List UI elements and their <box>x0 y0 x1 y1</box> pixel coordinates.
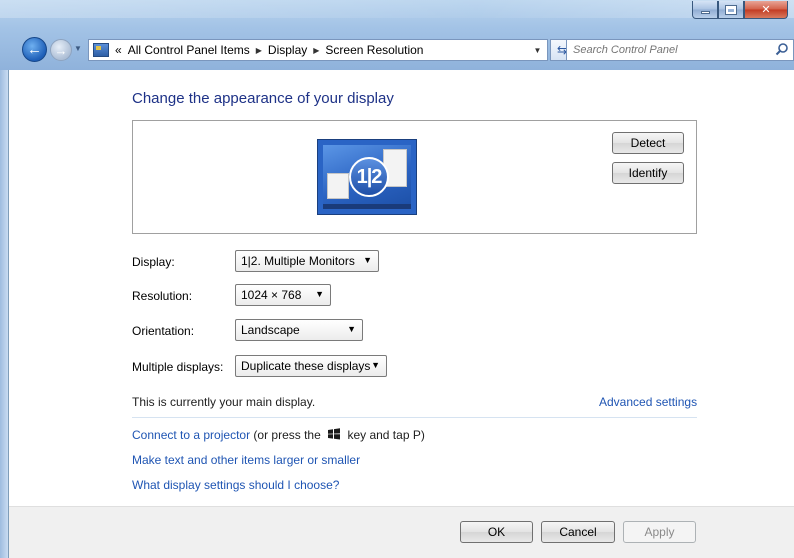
dropdown-arrow-icon: ▼ <box>363 255 372 265</box>
breadcrumb-all-control-panel-items[interactable]: All Control Panel Items <box>128 43 250 57</box>
identify-button[interactable]: Identify <box>612 162 684 184</box>
maximize-button[interactable] <box>718 1 744 19</box>
apply-button[interactable]: Apply <box>623 521 696 543</box>
caption-buttons: ✕ <box>692 1 788 19</box>
breadcrumb-screen-resolution[interactable]: Screen Resolution <box>325 43 423 57</box>
forward-arrow-icon: → <box>54 42 68 58</box>
monitor-screen: 1|2 <box>323 145 411 209</box>
projector-hint-row: Connect to a projector (or press the key… <box>132 428 425 442</box>
resolution-label: Resolution: <box>132 289 193 303</box>
advanced-settings-link[interactable]: Advanced settings <box>599 395 697 409</box>
detect-button[interactable]: Detect <box>612 132 684 154</box>
breadcrumb-separator-icon[interactable]: ▶ <box>256 46 262 55</box>
ok-button[interactable]: OK <box>460 521 533 543</box>
resolution-select[interactable]: 1024 × 768 ▼ <box>235 284 331 306</box>
search-input[interactable] <box>573 44 763 56</box>
window-thumbnail-icon <box>327 173 349 199</box>
recent-pages-button[interactable]: ▼ <box>74 44 82 53</box>
close-icon: ✕ <box>761 4 771 16</box>
taskbar-thumbnail <box>323 204 411 209</box>
dropdown-arrow-icon: ▼ <box>347 324 356 334</box>
display-select-value: 1|2. Multiple Monitors <box>241 254 355 268</box>
main-display-status: This is currently your main display. <box>132 395 316 409</box>
orientation-label: Orientation: <box>132 324 195 338</box>
display-select[interactable]: 1|2. Multiple Monitors ▼ <box>235 250 379 272</box>
dropdown-arrow-icon: ▼ <box>315 289 324 299</box>
search-icon[interactable] <box>775 42 789 56</box>
text-size-link[interactable]: Make text and other items larger or smal… <box>132 453 360 467</box>
back-arrow-icon: ← <box>27 41 42 58</box>
main-content: Change the appearance of your display 1|… <box>9 70 794 558</box>
navigation-bar: ← → ▼ « All Control Panel Items ▶ Displa… <box>14 36 794 64</box>
breadcrumb-separator-icon[interactable]: ▶ <box>313 46 319 55</box>
divider <box>132 417 697 418</box>
connect-projector-link[interactable]: Connect to a projector <box>132 428 250 442</box>
search-box[interactable] <box>566 39 794 61</box>
close-button[interactable]: ✕ <box>744 1 788 19</box>
windows-logo-icon <box>328 428 341 440</box>
chevron-down-icon: ▼ <box>74 44 82 53</box>
maximize-icon <box>725 4 737 15</box>
back-button[interactable]: ← <box>22 37 47 62</box>
monitor-number-badge: 1|2 <box>349 157 389 197</box>
address-dropdown-button[interactable]: ▼ <box>527 40 547 60</box>
display-label: Display: <box>132 255 175 269</box>
forward-button[interactable]: → <box>50 39 72 61</box>
control-panel-icon <box>93 43 109 57</box>
cancel-button[interactable]: Cancel <box>541 521 615 543</box>
breadcrumb-display[interactable]: Display <box>268 43 307 57</box>
page-title: Change the appearance of your display <box>132 90 394 107</box>
multiple-displays-label: Multiple displays: <box>132 360 224 374</box>
dropdown-arrow-icon: ▼ <box>371 360 380 370</box>
projector-hint-text-end: key and tap P) <box>344 428 425 442</box>
minimize-button[interactable] <box>692 1 718 19</box>
orientation-select[interactable]: Landscape ▼ <box>235 319 363 341</box>
multiple-displays-select[interactable]: Duplicate these displays ▼ <box>235 355 387 377</box>
monitor-1-2-thumbnail[interactable]: 1|2 <box>317 139 417 215</box>
orientation-select-value: Landscape <box>241 323 300 337</box>
projector-hint-text-start: (or press the <box>250 428 325 442</box>
breadcrumb-overflow[interactable]: « <box>115 43 122 57</box>
window-left-border <box>0 70 9 558</box>
minimize-icon <box>700 11 710 14</box>
resolution-select-value: 1024 × 768 <box>241 288 302 302</box>
display-help-link[interactable]: What display settings should I choose? <box>132 478 339 492</box>
address-bar[interactable]: « All Control Panel Items ▶ Display ▶ Sc… <box>88 39 548 61</box>
screen-resolution-window: ✕ ← → ▼ « All Control Panel Items ▶ Disp… <box>0 0 794 558</box>
display-preview-area: 1|2 Detect Identify <box>132 120 697 234</box>
dialog-footer: OK Cancel Apply <box>9 506 794 558</box>
multiple-displays-select-value: Duplicate these displays <box>241 359 371 373</box>
